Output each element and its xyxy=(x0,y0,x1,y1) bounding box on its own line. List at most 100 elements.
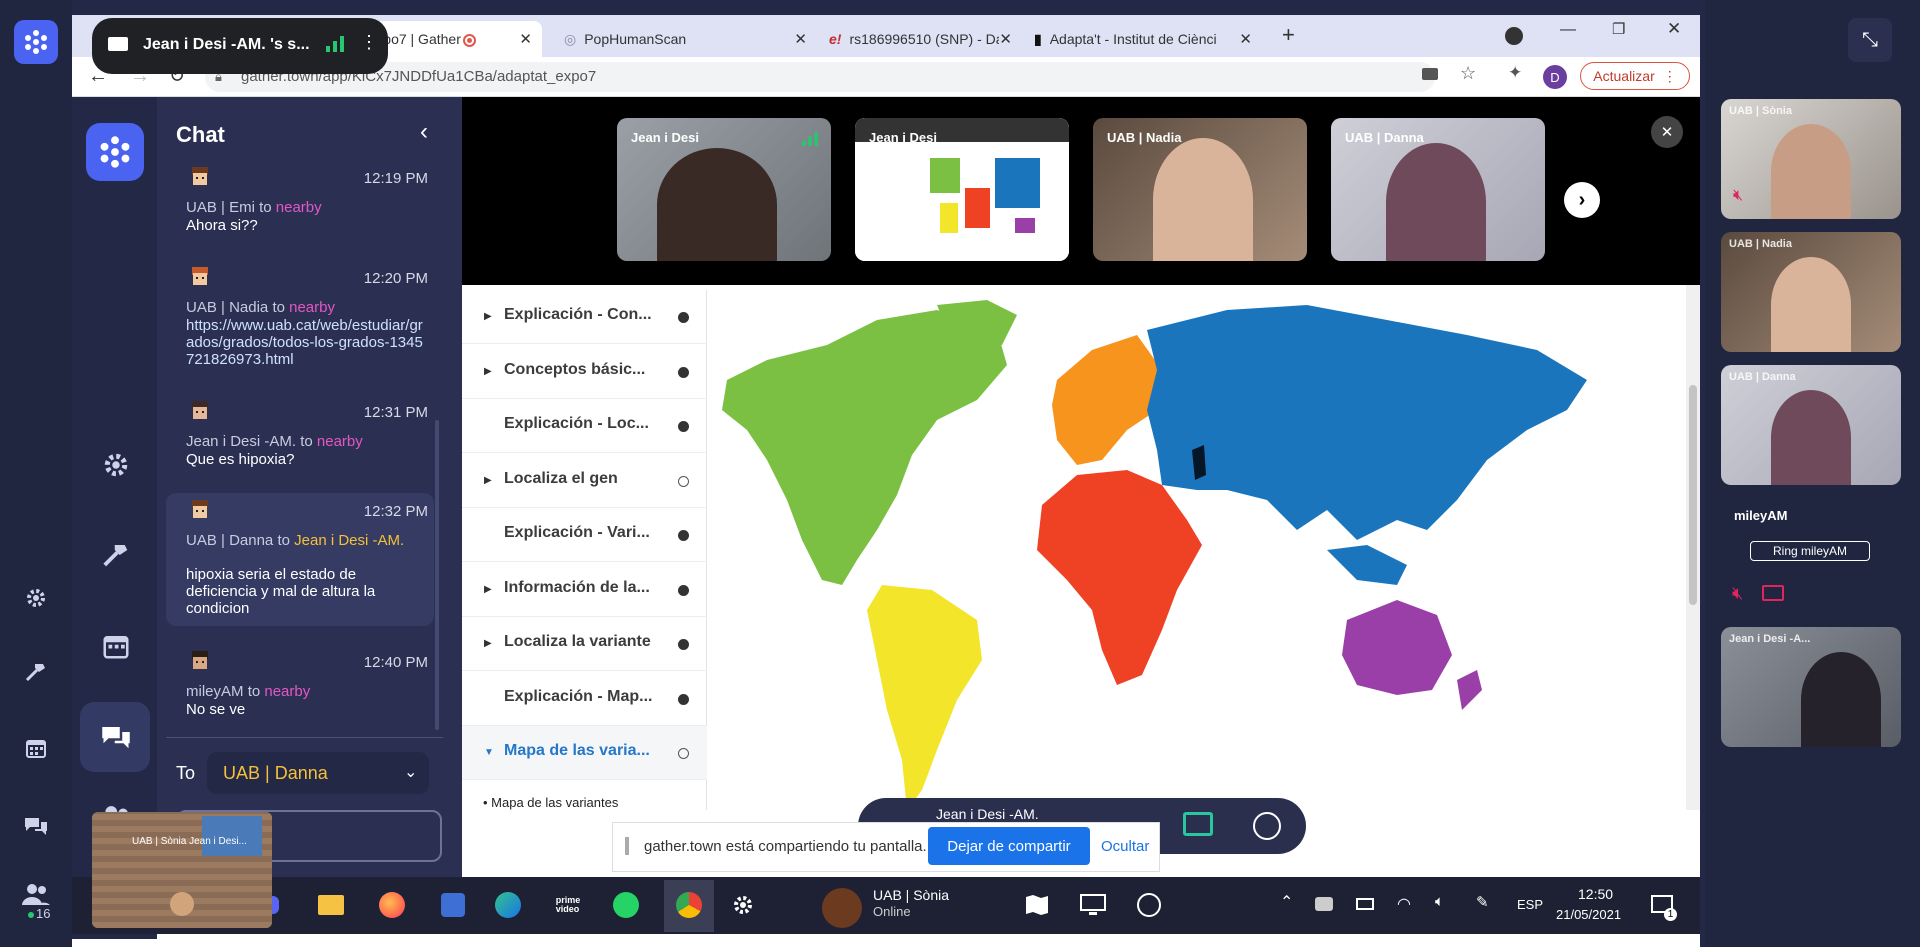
caret-right-icon[interactable]: ▶ xyxy=(484,584,492,595)
close-window-icon[interactable]: ✕ xyxy=(1667,19,1681,39)
profile-avatar[interactable]: D xyxy=(1543,65,1567,89)
update-button[interactable]: Actualizar ⋮ xyxy=(1580,62,1690,90)
wifi-icon[interactable]: ◠ xyxy=(1397,894,1411,914)
inner-calendar-icon[interactable] xyxy=(96,626,136,666)
input-language[interactable]: ESP xyxy=(1517,897,1543,912)
next-videos-button[interactable]: › xyxy=(1564,182,1600,218)
restore-icon[interactable]: ❐ xyxy=(1612,20,1625,38)
camera-off-icon[interactable] xyxy=(1762,585,1784,601)
screen-share-icon[interactable] xyxy=(1183,812,1213,836)
toc-item[interactable]: ▶ Conceptos básic... xyxy=(462,345,707,399)
toc-item[interactable]: ▶ Información de la... xyxy=(462,563,707,617)
video-tile[interactable]: Jean i Desi xyxy=(617,118,831,261)
tab-label: PopHumanScan xyxy=(584,31,687,47)
close-tab-icon[interactable]: ✕ xyxy=(999,30,1012,48)
inner-build-icon[interactable] xyxy=(96,535,136,575)
toc-item[interactable]: Explicación - Loc... xyxy=(462,399,707,453)
inner-chat-icon[interactable] xyxy=(96,717,136,757)
video-tile-name: Jean i Desi xyxy=(869,130,937,145)
caret-down-icon[interactable]: ▼ xyxy=(484,747,494,758)
caret-right-icon[interactable]: ▶ xyxy=(484,311,492,322)
chat-scrollbar[interactable] xyxy=(435,420,439,730)
tab-search-icon[interactable] xyxy=(1505,27,1523,45)
inner-settings-icon[interactable] xyxy=(96,445,136,485)
extensions-icon[interactable]: ✦ xyxy=(1508,63,1522,83)
video-tile[interactable]: UAB | Nadia xyxy=(1093,118,1307,261)
meet-more-icon[interactable]: ⋮ xyxy=(360,32,378,53)
bookmark-star-icon[interactable]: ☆ xyxy=(1460,63,1476,84)
calendar-icon[interactable] xyxy=(14,726,58,770)
emoji-icon[interactable] xyxy=(1253,812,1281,840)
build-hammer-icon[interactable] xyxy=(14,650,58,694)
screen-icon[interactable] xyxy=(1078,890,1108,920)
pending-dot-icon xyxy=(678,748,689,759)
camera-icon[interactable] xyxy=(1422,68,1438,80)
to-word: to xyxy=(247,683,261,700)
edge-icon[interactable] xyxy=(493,890,523,920)
app-icon[interactable] xyxy=(438,890,468,920)
chevron-down-icon[interactable]: ⌄ xyxy=(404,762,417,782)
onedrive-icon[interactable] xyxy=(1315,897,1333,911)
battery-icon[interactable] xyxy=(1356,898,1374,910)
firefox-icon[interactable] xyxy=(377,890,407,920)
tab-adaptat[interactable]: ▮ Adapta't - Institut de Ciènci ✕ xyxy=(1022,21,1262,57)
gather-logo-icon[interactable] xyxy=(14,20,58,64)
toc-item[interactable]: ▶ Localiza el gen xyxy=(462,454,707,508)
chevron-right-icon: › xyxy=(1578,188,1586,211)
toc-item[interactable]: Explicación - Vari... xyxy=(462,508,707,562)
collapse-chat-icon[interactable]: ‹ xyxy=(420,118,428,146)
close-tab-icon[interactable]: ✕ xyxy=(519,30,532,48)
settings-taskbar-icon[interactable] xyxy=(728,890,758,920)
new-tab-icon[interactable]: + xyxy=(1282,22,1295,48)
volume-icon[interactable]: 🔈︎ xyxy=(1435,893,1444,910)
clock-time[interactable]: 12:50 xyxy=(1578,886,1613,902)
smiley-icon[interactable] xyxy=(1134,890,1164,920)
video-tile[interactable]: UAB | Danna xyxy=(1331,118,1545,261)
minimize-icon[interactable]: — xyxy=(1560,21,1576,39)
caret-right-icon[interactable]: ▶ xyxy=(484,638,492,649)
chevron-up-icon[interactable]: ⌃ xyxy=(1280,892,1293,912)
toc-sub-item[interactable]: • Mapa de las variantes xyxy=(483,795,618,810)
gather-inner-logo-icon[interactable] xyxy=(86,123,144,181)
toc-item[interactable]: Explicación - Map... xyxy=(462,672,707,726)
gather-minimap[interactable]: UAB | Sònia Jean i Desi... xyxy=(92,812,272,928)
right-video-tile[interactable]: UAB | Nadia xyxy=(1721,232,1901,352)
caret-right-icon[interactable]: ▶ xyxy=(484,475,492,486)
tab-pophumanscan[interactable]: ◎ PopHumanScan ✕ xyxy=(552,21,817,57)
video-tile[interactable]: Jean i Desi xyxy=(855,118,1069,261)
mic-off-icon[interactable]: 🔇︎ xyxy=(1732,583,1743,604)
toc-item[interactable]: ▶ Localiza la variante xyxy=(462,617,707,671)
chat-message: 12:19 PM UAB | Emi to nearby Ahora si?? xyxy=(166,165,446,245)
toc-item[interactable]: ▼ Mapa de las varia... xyxy=(462,726,707,780)
exit-fullscreen-icon[interactable]: ⤡ xyxy=(1848,18,1892,62)
chat-bubbles-icon[interactable] xyxy=(14,804,58,848)
close-video-strip-icon[interactable]: ✕ xyxy=(1651,116,1683,148)
chrome-icon[interactable] xyxy=(674,890,704,920)
stop-sharing-button[interactable]: Dejar de compartir xyxy=(928,827,1090,865)
caret-right-icon[interactable]: ▶ xyxy=(484,366,492,377)
toc-item[interactable]: ▶ Explicación - Con... xyxy=(462,290,707,344)
right-video-tile[interactable]: Jean i Desi -A... xyxy=(1721,627,1901,747)
whatsapp-icon[interactable] xyxy=(611,890,641,920)
file-explorer-icon[interactable] xyxy=(316,890,346,920)
completed-dot-icon xyxy=(678,366,689,378)
tab-snp[interactable]: e! rs186996510 (SNP) - Dades d ✕ xyxy=(817,21,1022,57)
scroll-thumb[interactable] xyxy=(1689,385,1697,605)
prime-video-icon[interactable]: prime video xyxy=(553,890,583,920)
clock-date[interactable]: 21/05/2021 xyxy=(1556,907,1621,922)
user-avatar[interactable] xyxy=(822,888,862,928)
message-link[interactable]: https://www.uab.cat/web/estudiar/grados/… xyxy=(186,317,431,368)
right-video-tile[interactable]: UAB | Danna xyxy=(1721,365,1901,485)
close-tab-icon[interactable]: ✕ xyxy=(794,30,807,48)
settings-gear-icon[interactable] xyxy=(14,576,58,620)
close-tab-icon[interactable]: ✕ xyxy=(1239,30,1252,48)
drag-handle-icon[interactable] xyxy=(625,837,629,855)
document-scrollbar[interactable] xyxy=(1686,285,1700,810)
ring-button[interactable]: Ring mileyAM xyxy=(1750,541,1870,561)
pen-icon[interactable]: ✎ xyxy=(1476,893,1489,911)
right-video-tile[interactable]: UAB | Sònia 🔇︎ xyxy=(1721,99,1901,219)
table-of-contents: ▶ Explicación - Con... ▶ Conceptos básic...… xyxy=(462,290,707,810)
completed-dot-icon xyxy=(678,421,689,432)
map-icon[interactable] xyxy=(1022,890,1052,920)
hide-banner-button[interactable]: Ocultar xyxy=(1101,838,1149,855)
